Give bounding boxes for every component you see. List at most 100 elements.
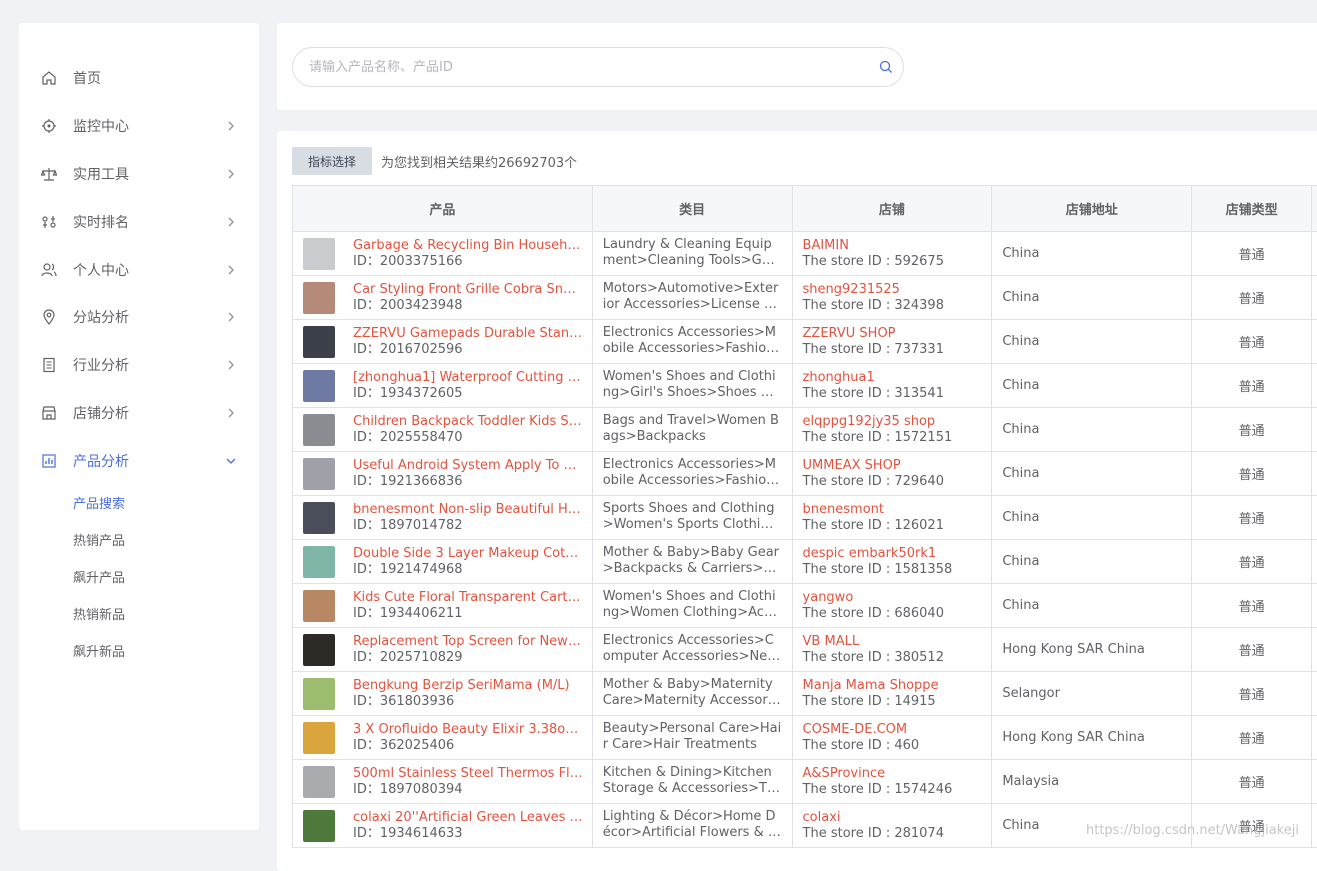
ranking-icon xyxy=(42,216,56,228)
product-name-link[interactable]: bnenesmont Non-slip Beautiful Hip Pad xyxy=(353,501,583,518)
product-name-link[interactable]: Replacement Top Screen for New 2DS XL xyxy=(353,633,583,650)
product-id: ID：1921474968 xyxy=(353,562,463,577)
product-thumbnail[interactable] xyxy=(303,678,335,710)
sidebar-item-personal[interactable]: 个人中心 xyxy=(19,250,259,290)
column-header-category[interactable]: 类目 xyxy=(592,186,793,232)
sidebar-item-site-analysis[interactable]: 分站分析 xyxy=(19,297,259,337)
product-thumbnail[interactable] xyxy=(303,370,335,402)
sidebar-subitem-rising-new[interactable]: 飙升新品 xyxy=(73,641,125,661)
store-name-link[interactable]: ZZERVU SHOP xyxy=(803,325,896,342)
column-header-address[interactable]: 店铺地址 xyxy=(992,186,1193,232)
category-path: Kitchen & Dining>Kitchen Storage & Acces… xyxy=(602,765,776,796)
sidebar-subitem-hot-new[interactable]: 热销新品 xyxy=(73,604,125,624)
table-row: Children Backpack Toddler Kids School Ba… xyxy=(293,408,1317,452)
product-thumbnail[interactable] xyxy=(303,546,335,578)
sidebar-item-label: 实用工具 xyxy=(73,167,129,183)
store-icon xyxy=(42,406,56,420)
product-thumbnail[interactable] xyxy=(303,766,335,798)
sidebar-item-label: 店铺分析 xyxy=(73,406,129,422)
product-id: ID：2016702596 xyxy=(353,342,463,357)
search-input[interactable] xyxy=(309,57,869,77)
store-name-link[interactable]: colaxi xyxy=(803,809,841,826)
store-id: The store ID : 1572151 xyxy=(802,430,953,445)
extra-cell xyxy=(1312,408,1317,452)
indicator-select-button[interactable]: 指标选择 xyxy=(292,147,372,175)
product-name-link[interactable]: Double Side 3 Layer Makeup Cotton Pads xyxy=(353,545,583,562)
category-cell: Beauty>Personal Care>Hair Care>Hair Trea… xyxy=(592,716,793,760)
product-name-link[interactable]: Children Backpack Toddler Kids School Ba… xyxy=(353,413,583,430)
product-thumbnail[interactable] xyxy=(303,282,335,314)
store-name-link[interactable]: Manja Mama Shoppe xyxy=(803,677,939,694)
results-card: 指标选择 为您找到相关结果约26692703个 产品 类目 店铺 店铺地址 店铺… xyxy=(277,131,1317,871)
product-name-link[interactable]: 500ml Stainless Steel Thermos Flask Bott… xyxy=(353,765,583,782)
product-id: ID：2025558470 xyxy=(353,430,463,445)
store-name-link[interactable]: sheng9231525 xyxy=(803,281,900,298)
store-name-link[interactable]: BAIMIN xyxy=(803,237,849,254)
store-type-cell: 普通 xyxy=(1192,760,1313,804)
category-path: Motors>Automotive>Exterior Accessories>L… xyxy=(602,281,779,312)
store-name-link[interactable]: UMMEAX SHOP xyxy=(803,457,901,474)
product-name-link[interactable]: colaxi 20''Artificial Green Leaves Wreat… xyxy=(353,809,583,826)
product-thumbnail[interactable] xyxy=(303,414,335,446)
product-name-link[interactable]: Bengkung Berzip SeriMama (M/L) xyxy=(353,677,583,694)
store-name-link[interactable]: zhonghua1 xyxy=(803,369,875,386)
sidebar-subitem-product-search[interactable]: 产品搜索 xyxy=(73,493,125,513)
store-name-link[interactable]: despic embark50rk1 xyxy=(803,545,937,562)
product-name-link[interactable]: 3 X Orofluido Beauty Elixir 3.38oz, 100m… xyxy=(353,721,583,738)
product-thumbnail[interactable] xyxy=(303,590,335,622)
store-cell: despic embark50rk1 The store ID : 1581358 xyxy=(792,540,993,584)
sidebar-item-monitor[interactable]: 监控中心 xyxy=(19,106,259,146)
category-path: Sports Shoes and Clothing>Women's Sports… xyxy=(602,501,777,532)
product-thumbnail[interactable] xyxy=(303,810,335,842)
store-name-link[interactable]: VB MALL xyxy=(803,633,860,650)
product-thumbnail[interactable] xyxy=(303,634,335,666)
product-thumbnail[interactable] xyxy=(303,458,335,490)
product-name-link[interactable]: [zhonghua1] Waterproof Cutting Hair Cape xyxy=(353,369,583,386)
store-name-link[interactable]: bnenesmont xyxy=(803,501,884,518)
sidebar-item-home[interactable]: 首页 xyxy=(19,58,259,98)
result-count-text: 为您找到相关结果约26692703个 xyxy=(381,156,578,171)
store-type-cell: 普通 xyxy=(1192,232,1313,276)
column-header-product[interactable]: 产品 xyxy=(293,186,593,232)
location-icon xyxy=(43,309,55,325)
product-id: ID：1897014782 xyxy=(353,518,463,533)
extra-cell xyxy=(1312,628,1317,672)
product-thumbnail[interactable] xyxy=(303,326,335,358)
table-row: Kids Cute Floral Transparent Cartoon Rin… xyxy=(293,584,1317,628)
product-name-link[interactable]: Car Styling Front Grille Cobra Snake Emb… xyxy=(353,281,583,298)
sidebar-item-ranking[interactable]: 实时排名 xyxy=(19,202,259,242)
category-cell: Motors>Automotive>Exterior Accessories>L… xyxy=(592,276,793,320)
category-cell: Laundry & Cleaning Equipment>Cleaning To… xyxy=(592,232,793,276)
category-cell: Electronics Accessories>Mobile Accessori… xyxy=(592,452,793,496)
chevron-right-icon xyxy=(228,217,234,227)
product-name-link[interactable]: Garbage & Recycling Bin Household Storag… xyxy=(353,237,583,254)
table-row: Garbage & Recycling Bin Household Storag… xyxy=(293,232,1317,276)
sidebar-item-label: 实时排名 xyxy=(73,215,129,231)
sidebar-item-product[interactable]: 产品分析 xyxy=(19,441,259,481)
sidebar-subitem-rising-products[interactable]: 飙升产品 xyxy=(73,567,125,587)
product-thumbnail[interactable] xyxy=(303,722,335,754)
column-header-store[interactable]: 店铺 xyxy=(792,186,993,232)
sidebar-subitem-hot-products[interactable]: 热销产品 xyxy=(73,530,125,550)
sidebar-item-label: 监控中心 xyxy=(73,119,129,135)
sidebar-item-industry[interactable]: 行业分析 xyxy=(19,345,259,385)
store-name-link[interactable]: elqppg192jy35 shop xyxy=(803,413,936,430)
product-thumbnail[interactable] xyxy=(303,238,335,270)
product-name-link[interactable]: Useful Android System Apply To Smart Pho… xyxy=(353,457,583,474)
store-name-link[interactable]: COSME-DE.COM xyxy=(803,721,908,738)
product-thumbnail[interactable] xyxy=(303,502,335,534)
product-name-link[interactable]: Kids Cute Floral Transparent Cartoon Rin… xyxy=(353,589,583,606)
store-cell: BAIMIN The store ID : 592675 xyxy=(792,232,993,276)
extra-cell xyxy=(1312,276,1317,320)
column-header-store-type[interactable]: 店铺类型 xyxy=(1192,186,1313,232)
store-name-link[interactable]: A&SProvince xyxy=(803,765,886,782)
product-name-link[interactable]: ZZERVU Gamepads Durable Stand Holder xyxy=(353,325,583,342)
sidebar-item-tools[interactable]: 实用工具 xyxy=(19,154,259,194)
store-name-link[interactable]: yangwo xyxy=(803,589,854,606)
product-cell: 3 X Orofluido Beauty Elixir 3.38oz, 100m… xyxy=(293,716,593,760)
search-icon[interactable] xyxy=(879,60,893,74)
store-type-cell: 普通 xyxy=(1192,452,1313,496)
product-cell: colaxi 20''Artificial Green Leaves Wreat… xyxy=(293,804,593,848)
sidebar-item-store[interactable]: 店铺分析 xyxy=(19,393,259,433)
product-cell: 500ml Stainless Steel Thermos Flask Bott… xyxy=(293,760,593,804)
